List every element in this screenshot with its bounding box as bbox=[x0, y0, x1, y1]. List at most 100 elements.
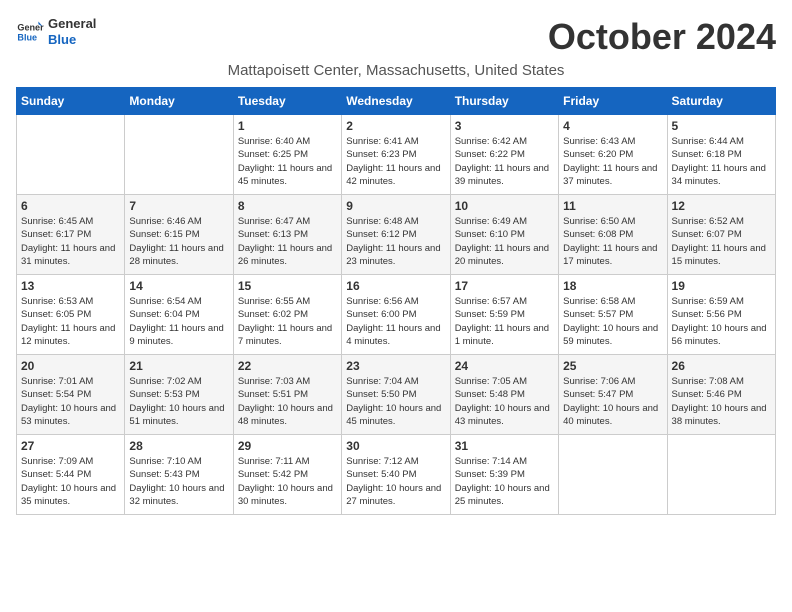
calendar-week-row: 6 Sunrise: 6:45 AM Sunset: 6:17 PM Daylig… bbox=[17, 195, 776, 275]
calendar-cell: 12 Sunrise: 6:52 AM Sunset: 6:07 PM Dayli… bbox=[667, 195, 775, 275]
location-title: Mattapoisett Center, Massachusetts, Unit… bbox=[16, 62, 776, 79]
calendar-cell bbox=[667, 435, 775, 515]
day-info: Sunrise: 6:46 AM Sunset: 6:15 PM Dayligh… bbox=[129, 215, 228, 268]
calendar-cell: 21 Sunrise: 7:02 AM Sunset: 5:53 PM Dayli… bbox=[125, 355, 233, 435]
calendar-cell: 13Sunrise: 6:53 AM Sunset: 6:05 PM Dayli… bbox=[17, 275, 125, 355]
logo: General Blue General Blue bbox=[16, 16, 96, 47]
day-info: Sunrise: 7:12 AM Sunset: 5:40 PM Dayligh… bbox=[346, 455, 445, 508]
day-number: 25 bbox=[563, 359, 662, 373]
day-number: 5 bbox=[672, 119, 771, 133]
day-info: Sunrise: 6:52 AM Sunset: 6:07 PM Dayligh… bbox=[672, 215, 771, 268]
day-info: Sunrise: 6:41 AM Sunset: 6:23 PM Dayligh… bbox=[346, 135, 445, 188]
day-info: Sunrise: 7:04 AM Sunset: 5:50 PM Dayligh… bbox=[346, 375, 445, 428]
day-info: Sunrise: 7:03 AM Sunset: 5:51 PM Dayligh… bbox=[238, 375, 337, 428]
weekday-header-thursday: Thursday bbox=[450, 88, 558, 115]
calendar-cell: 15 Sunrise: 6:55 AM Sunset: 6:02 PM Dayli… bbox=[233, 275, 341, 355]
day-number: 26 bbox=[672, 359, 771, 373]
day-info: Sunrise: 7:02 AM Sunset: 5:53 PM Dayligh… bbox=[129, 375, 228, 428]
day-info: Sunrise: 7:01 AM Sunset: 5:54 PM Dayligh… bbox=[21, 375, 120, 428]
day-number: 20 bbox=[21, 359, 120, 373]
calendar-cell: 9 Sunrise: 6:48 AM Sunset: 6:12 PM Daylig… bbox=[342, 195, 450, 275]
calendar-cell bbox=[125, 115, 233, 195]
day-number: 12 bbox=[672, 199, 771, 213]
day-info: Sunrise: 6:58 AM Sunset: 5:57 PM Dayligh… bbox=[563, 295, 662, 348]
calendar-cell: 6 Sunrise: 6:45 AM Sunset: 6:17 PM Daylig… bbox=[17, 195, 125, 275]
calendar-cell: 10 Sunrise: 6:49 AM Sunset: 6:10 PM Dayli… bbox=[450, 195, 558, 275]
weekday-header-friday: Friday bbox=[559, 88, 667, 115]
day-info: Sunrise: 7:14 AM Sunset: 5:39 PM Dayligh… bbox=[455, 455, 554, 508]
day-number: 13 bbox=[21, 279, 120, 293]
calendar-cell: 17 Sunrise: 6:57 AM Sunset: 5:59 PM Dayli… bbox=[450, 275, 558, 355]
day-info: Sunrise: 7:09 AM Sunset: 5:44 PM Dayligh… bbox=[21, 455, 120, 508]
calendar-week-row: 1 Sunrise: 6:40 AM Sunset: 6:25 PM Daylig… bbox=[17, 115, 776, 195]
day-number: 1 bbox=[238, 119, 337, 133]
day-info: Sunrise: 7:08 AM Sunset: 5:46 PM Dayligh… bbox=[672, 375, 771, 428]
day-info: Sunrise: 7:06 AM Sunset: 5:47 PM Dayligh… bbox=[563, 375, 662, 428]
day-info: Sunrise: 6:55 AM Sunset: 6:02 PM Dayligh… bbox=[238, 295, 337, 348]
day-number: 6 bbox=[21, 199, 120, 213]
calendar-cell: 23Sunrise: 7:04 AM Sunset: 5:50 PM Dayli… bbox=[342, 355, 450, 435]
day-info: Sunrise: 6:47 AM Sunset: 6:13 PM Dayligh… bbox=[238, 215, 337, 268]
calendar-cell: 11 Sunrise: 6:50 AM Sunset: 6:08 PM Dayli… bbox=[559, 195, 667, 275]
day-number: 22 bbox=[238, 359, 337, 373]
day-info: Sunrise: 7:11 AM Sunset: 5:42 PM Dayligh… bbox=[238, 455, 337, 508]
day-number: 14 bbox=[129, 279, 228, 293]
day-info: Sunrise: 6:54 AM Sunset: 6:04 PM Dayligh… bbox=[129, 295, 228, 348]
day-number: 21 bbox=[129, 359, 228, 373]
day-number: 18 bbox=[563, 279, 662, 293]
day-info: Sunrise: 6:59 AM Sunset: 5:56 PM Dayligh… bbox=[672, 295, 771, 348]
calendar-cell bbox=[17, 115, 125, 195]
day-info: Sunrise: 7:05 AM Sunset: 5:48 PM Dayligh… bbox=[455, 375, 554, 428]
logo-icon: General Blue bbox=[16, 18, 44, 46]
day-number: 24 bbox=[455, 359, 554, 373]
day-info: Sunrise: 6:40 AM Sunset: 6:25 PM Dayligh… bbox=[238, 135, 337, 188]
calendar-cell: 30 Sunrise: 7:12 AM Sunset: 5:40 PM Dayli… bbox=[342, 435, 450, 515]
page-header: General Blue General Blue October 2024 bbox=[16, 16, 776, 58]
day-info: Sunrise: 6:49 AM Sunset: 6:10 PM Dayligh… bbox=[455, 215, 554, 268]
calendar-header-row: SundayMondayTuesdayWednesdayThursdayFrid… bbox=[17, 88, 776, 115]
day-info: Sunrise: 6:45 AM Sunset: 6:17 PM Dayligh… bbox=[21, 215, 120, 268]
day-info: Sunrise: 6:57 AM Sunset: 5:59 PM Dayligh… bbox=[455, 295, 554, 348]
calendar-cell: 2 Sunrise: 6:41 AM Sunset: 6:23 PM Daylig… bbox=[342, 115, 450, 195]
calendar-cell: 27Sunrise: 7:09 AM Sunset: 5:44 PM Dayli… bbox=[17, 435, 125, 515]
day-number: 17 bbox=[455, 279, 554, 293]
calendar-cell: 26 Sunrise: 7:08 AM Sunset: 5:46 PM Dayli… bbox=[667, 355, 775, 435]
calendar-cell: 25 Sunrise: 7:06 AM Sunset: 5:47 PM Dayli… bbox=[559, 355, 667, 435]
calendar-week-row: 27Sunrise: 7:09 AM Sunset: 5:44 PM Dayli… bbox=[17, 435, 776, 515]
day-info: Sunrise: 6:48 AM Sunset: 6:12 PM Dayligh… bbox=[346, 215, 445, 268]
calendar-cell: 14 Sunrise: 6:54 AM Sunset: 6:04 PM Dayli… bbox=[125, 275, 233, 355]
day-number: 15 bbox=[238, 279, 337, 293]
calendar-cell: 19 Sunrise: 6:59 AM Sunset: 5:56 PM Dayli… bbox=[667, 275, 775, 355]
calendar-cell: 3Sunrise: 6:42 AM Sunset: 6:22 PM Daylig… bbox=[450, 115, 558, 195]
logo-text-general: General bbox=[48, 16, 96, 32]
day-number: 30 bbox=[346, 439, 445, 453]
day-number: 3 bbox=[455, 119, 554, 133]
logo-text-blue: Blue bbox=[48, 32, 96, 48]
day-info: Sunrise: 6:50 AM Sunset: 6:08 PM Dayligh… bbox=[563, 215, 662, 268]
weekday-header-sunday: Sunday bbox=[17, 88, 125, 115]
calendar-cell: 22 Sunrise: 7:03 AM Sunset: 5:51 PM Dayli… bbox=[233, 355, 341, 435]
day-number: 10 bbox=[455, 199, 554, 213]
day-number: 8 bbox=[238, 199, 337, 213]
day-number: 9 bbox=[346, 199, 445, 213]
day-number: 7 bbox=[129, 199, 228, 213]
day-number: 28 bbox=[129, 439, 228, 453]
day-info: Sunrise: 6:44 AM Sunset: 6:18 PM Dayligh… bbox=[672, 135, 771, 188]
weekday-header-wednesday: Wednesday bbox=[342, 88, 450, 115]
calendar-cell: 24 Sunrise: 7:05 AM Sunset: 5:48 PM Dayli… bbox=[450, 355, 558, 435]
day-number: 19 bbox=[672, 279, 771, 293]
svg-text:Blue: Blue bbox=[17, 32, 37, 42]
calendar-cell: 1 Sunrise: 6:40 AM Sunset: 6:25 PM Daylig… bbox=[233, 115, 341, 195]
day-number: 2 bbox=[346, 119, 445, 133]
calendar-cell: 5 Sunrise: 6:44 AM Sunset: 6:18 PM Daylig… bbox=[667, 115, 775, 195]
calendar-cell: 29Sunrise: 7:11 AM Sunset: 5:42 PM Dayli… bbox=[233, 435, 341, 515]
calendar-week-row: 13Sunrise: 6:53 AM Sunset: 6:05 PM Dayli… bbox=[17, 275, 776, 355]
calendar-cell: 18 Sunrise: 6:58 AM Sunset: 5:57 PM Dayli… bbox=[559, 275, 667, 355]
day-number: 31 bbox=[455, 439, 554, 453]
day-number: 11 bbox=[563, 199, 662, 213]
day-info: Sunrise: 7:10 AM Sunset: 5:43 PM Dayligh… bbox=[129, 455, 228, 508]
day-number: 4 bbox=[563, 119, 662, 133]
weekday-header-monday: Monday bbox=[125, 88, 233, 115]
calendar-cell: 8 Sunrise: 6:47 AM Sunset: 6:13 PM Daylig… bbox=[233, 195, 341, 275]
weekday-header-saturday: Saturday bbox=[667, 88, 775, 115]
